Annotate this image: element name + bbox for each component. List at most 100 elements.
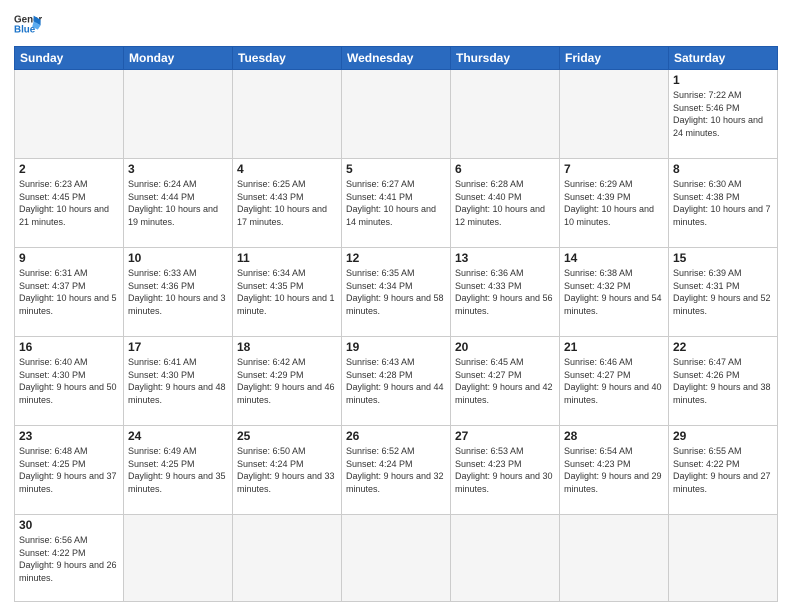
- day-info: Sunrise: 6:50 AM Sunset: 4:24 PM Dayligh…: [237, 445, 337, 495]
- day-number: 28: [564, 429, 664, 443]
- week-row-1: 1 Sunrise: 7:22 AM Sunset: 5:46 PM Daylig…: [15, 70, 778, 159]
- day-cell: [342, 514, 451, 601]
- weekday-thursday: Thursday: [451, 47, 560, 70]
- day-number: 5: [346, 162, 446, 176]
- day-cell: [124, 70, 233, 159]
- weekday-saturday: Saturday: [669, 47, 778, 70]
- day-info: Sunrise: 6:31 AM Sunset: 4:37 PM Dayligh…: [19, 267, 119, 317]
- day-cell: 15 Sunrise: 6:39 AM Sunset: 4:31 PM Dayli…: [669, 247, 778, 336]
- day-info: Sunrise: 6:38 AM Sunset: 4:32 PM Dayligh…: [564, 267, 664, 317]
- day-cell: 5Sunrise: 6:27 AM Sunset: 4:41 PM Daylig…: [342, 158, 451, 247]
- day-number: 7: [564, 162, 664, 176]
- weekday-wednesday: Wednesday: [342, 47, 451, 70]
- day-cell: 3 Sunrise: 6:24 AM Sunset: 4:44 PM Daylig…: [124, 158, 233, 247]
- day-number: 4: [237, 162, 337, 176]
- day-cell: 4 Sunrise: 6:25 AM Sunset: 4:43 PM Daylig…: [233, 158, 342, 247]
- day-cell: [342, 70, 451, 159]
- day-cell: [124, 514, 233, 601]
- header: General Blue: [14, 10, 778, 38]
- day-cell: 26 Sunrise: 6:52 AM Sunset: 4:24 PM Dayli…: [342, 425, 451, 514]
- week-row-2: 2 Sunrise: 6:23 AM Sunset: 4:45 PM Daylig…: [15, 158, 778, 247]
- day-cell: 16 Sunrise: 6:40 AM Sunset: 4:30 PM Dayli…: [15, 336, 124, 425]
- day-cell: 11 Sunrise: 6:34 AM Sunset: 4:35 PM Dayli…: [233, 247, 342, 336]
- weekday-friday: Friday: [560, 47, 669, 70]
- day-cell: [560, 514, 669, 601]
- day-cell: 10Sunrise: 6:33 AM Sunset: 4:36 PM Dayli…: [124, 247, 233, 336]
- day-cell: 18 Sunrise: 6:42 AM Sunset: 4:29 PM Dayli…: [233, 336, 342, 425]
- day-info: Sunrise: 6:28 AM Sunset: 4:40 PM Dayligh…: [455, 178, 555, 228]
- day-number: 3: [128, 162, 228, 176]
- day-cell: [451, 514, 560, 601]
- day-info: Sunrise: 6:24 AM Sunset: 4:44 PM Dayligh…: [128, 178, 228, 228]
- day-cell: 25 Sunrise: 6:50 AM Sunset: 4:24 PM Dayli…: [233, 425, 342, 514]
- day-cell: 27 Sunrise: 6:53 AM Sunset: 4:23 PM Dayli…: [451, 425, 560, 514]
- calendar-table: SundayMondayTuesdayWednesdayThursdayFrid…: [14, 46, 778, 602]
- week-row-5: 23 Sunrise: 6:48 AM Sunset: 4:25 PM Dayli…: [15, 425, 778, 514]
- weekday-header-row: SundayMondayTuesdayWednesdayThursdayFrid…: [15, 47, 778, 70]
- day-cell: 13Sunrise: 6:36 AM Sunset: 4:33 PM Dayli…: [451, 247, 560, 336]
- generalblue-logo-icon: General Blue: [14, 10, 42, 38]
- weekday-monday: Monday: [124, 47, 233, 70]
- day-number: 25: [237, 429, 337, 443]
- day-info: Sunrise: 6:55 AM Sunset: 4:22 PM Dayligh…: [673, 445, 773, 495]
- day-info: Sunrise: 6:39 AM Sunset: 4:31 PM Dayligh…: [673, 267, 773, 317]
- day-info: Sunrise: 6:34 AM Sunset: 4:35 PM Dayligh…: [237, 267, 337, 317]
- day-cell: 7Sunrise: 6:29 AM Sunset: 4:39 PM Daylig…: [560, 158, 669, 247]
- day-number: 29: [673, 429, 773, 443]
- day-info: Sunrise: 6:35 AM Sunset: 4:34 PM Dayligh…: [346, 267, 446, 317]
- day-cell: 23 Sunrise: 6:48 AM Sunset: 4:25 PM Dayli…: [15, 425, 124, 514]
- weekday-sunday: Sunday: [15, 47, 124, 70]
- day-number: 23: [19, 429, 119, 443]
- day-number: 30: [19, 518, 119, 532]
- day-cell: [560, 70, 669, 159]
- day-number: 8: [673, 162, 773, 176]
- week-row-6: 30 Sunrise: 6:56 AM Sunset: 4:22 PM Dayli…: [15, 514, 778, 601]
- day-cell: 8Sunrise: 6:30 AM Sunset: 4:38 PM Daylig…: [669, 158, 778, 247]
- day-cell: 28 Sunrise: 6:54 AM Sunset: 4:23 PM Dayli…: [560, 425, 669, 514]
- day-cell: 20 Sunrise: 6:45 AM Sunset: 4:27 PM Dayli…: [451, 336, 560, 425]
- day-info: Sunrise: 6:40 AM Sunset: 4:30 PM Dayligh…: [19, 356, 119, 406]
- day-number: 6: [455, 162, 555, 176]
- day-info: Sunrise: 6:48 AM Sunset: 4:25 PM Dayligh…: [19, 445, 119, 495]
- day-number: 14: [564, 251, 664, 265]
- day-info: Sunrise: 6:54 AM Sunset: 4:23 PM Dayligh…: [564, 445, 664, 495]
- day-info: Sunrise: 6:41 AM Sunset: 4:30 PM Dayligh…: [128, 356, 228, 406]
- day-number: 24: [128, 429, 228, 443]
- day-cell: 2 Sunrise: 6:23 AM Sunset: 4:45 PM Daylig…: [15, 158, 124, 247]
- day-cell: 30 Sunrise: 6:56 AM Sunset: 4:22 PM Dayli…: [15, 514, 124, 601]
- day-info: Sunrise: 6:23 AM Sunset: 4:45 PM Dayligh…: [19, 178, 119, 228]
- day-info: Sunrise: 6:49 AM Sunset: 4:25 PM Dayligh…: [128, 445, 228, 495]
- day-cell: 12Sunrise: 6:35 AM Sunset: 4:34 PM Dayli…: [342, 247, 451, 336]
- day-cell: 1 Sunrise: 7:22 AM Sunset: 5:46 PM Daylig…: [669, 70, 778, 159]
- day-number: 16: [19, 340, 119, 354]
- day-cell: [233, 514, 342, 601]
- day-cell: [669, 514, 778, 601]
- day-number: 20: [455, 340, 555, 354]
- day-cell: 22Sunrise: 6:47 AM Sunset: 4:26 PM Dayli…: [669, 336, 778, 425]
- day-info: Sunrise: 6:53 AM Sunset: 4:23 PM Dayligh…: [455, 445, 555, 495]
- day-number: 18: [237, 340, 337, 354]
- day-cell: 21Sunrise: 6:46 AM Sunset: 4:27 PM Dayli…: [560, 336, 669, 425]
- day-cell: [233, 70, 342, 159]
- day-info: Sunrise: 6:42 AM Sunset: 4:29 PM Dayligh…: [237, 356, 337, 406]
- day-number: 2: [19, 162, 119, 176]
- day-info: Sunrise: 6:52 AM Sunset: 4:24 PM Dayligh…: [346, 445, 446, 495]
- day-info: Sunrise: 6:43 AM Sunset: 4:28 PM Dayligh…: [346, 356, 446, 406]
- day-number: 26: [346, 429, 446, 443]
- day-number: 27: [455, 429, 555, 443]
- day-number: 11: [237, 251, 337, 265]
- day-cell: 19Sunrise: 6:43 AM Sunset: 4:28 PM Dayli…: [342, 336, 451, 425]
- day-number: 15: [673, 251, 773, 265]
- day-info: Sunrise: 6:25 AM Sunset: 4:43 PM Dayligh…: [237, 178, 337, 228]
- weekday-tuesday: Tuesday: [233, 47, 342, 70]
- day-number: 1: [673, 73, 773, 87]
- day-cell: 17Sunrise: 6:41 AM Sunset: 4:30 PM Dayli…: [124, 336, 233, 425]
- day-cell: [451, 70, 560, 159]
- page: General Blue SundayMondayTuesdayWednesda…: [0, 0, 792, 612]
- day-number: 21: [564, 340, 664, 354]
- logo: General Blue: [14, 10, 42, 38]
- day-info: Sunrise: 6:56 AM Sunset: 4:22 PM Dayligh…: [19, 534, 119, 584]
- day-number: 9: [19, 251, 119, 265]
- day-info: Sunrise: 7:22 AM Sunset: 5:46 PM Dayligh…: [673, 89, 773, 139]
- day-info: Sunrise: 6:45 AM Sunset: 4:27 PM Dayligh…: [455, 356, 555, 406]
